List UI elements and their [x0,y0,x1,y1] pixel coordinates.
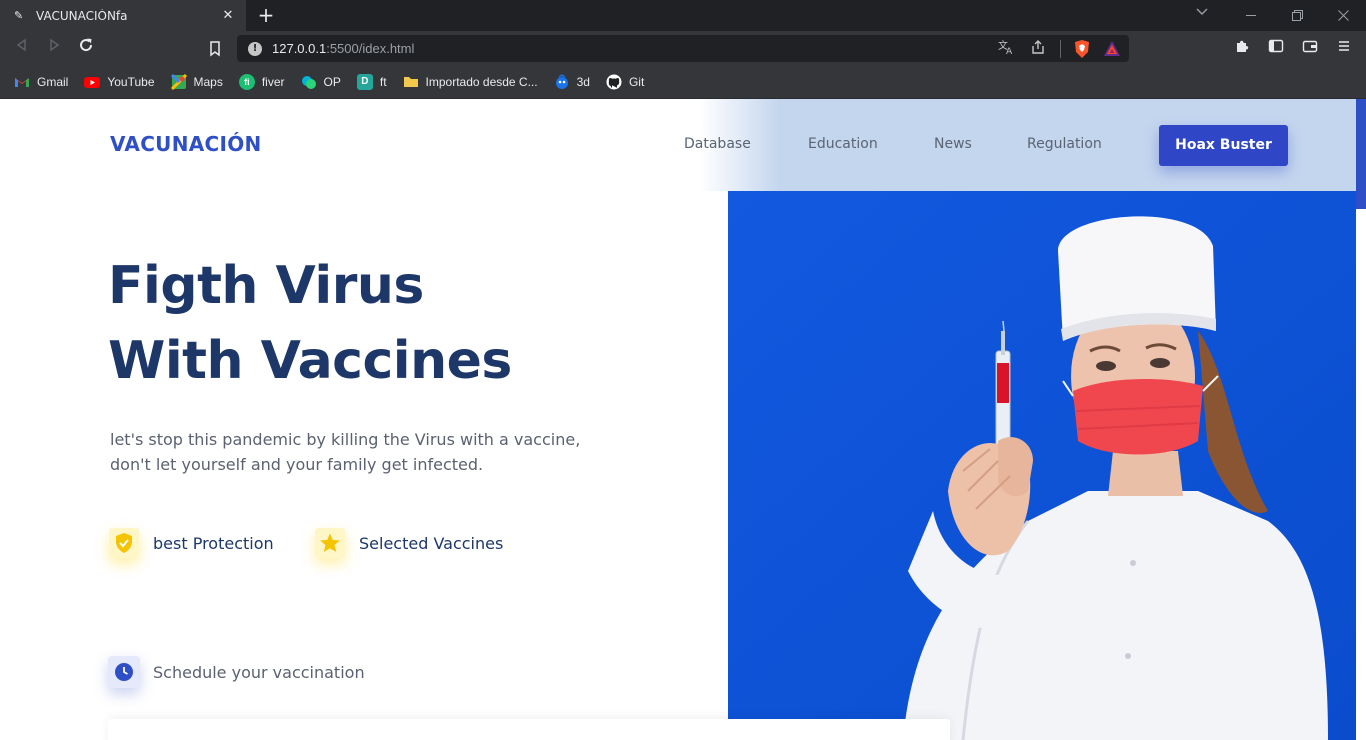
restore-icon[interactable] [1274,0,1320,31]
bookmark-ft[interactable]: D ft [356,70,387,94]
op-icon [301,74,317,90]
translate-icon[interactable]: 文A [996,39,1016,59]
bookmark-icon[interactable] [204,37,226,59]
sidebar-icon[interactable] [1266,38,1286,58]
bookmark-youtube[interactable]: YouTube [84,70,155,94]
reload-icon[interactable] [75,37,97,59]
back-icon[interactable] [11,37,33,59]
clock-icon [108,656,140,688]
close-window-icon[interactable] [1320,0,1366,31]
headline-line-2: With Vaccines [108,331,512,391]
headline-line-1: Figth Virus [108,256,424,316]
ft-icon: D [356,74,373,90]
bookmarks-bar: Gmail YouTube Maps fi fiver OP D ft Impo… [0,66,1366,99]
tab-strip: ✎ VACUNACIÓNfa ✕ + [0,0,1366,31]
menu-icon[interactable] [1334,38,1354,58]
toolbar-actions [1232,38,1354,58]
new-tab-button[interactable]: + [256,4,276,26]
tab-search-chevron-icon[interactable] [1196,6,1208,19]
omnibox-actions: 文A [996,39,1121,59]
window-controls [1228,0,1366,31]
extensions-icon[interactable] [1232,38,1252,58]
svg-text:A: A [1006,47,1013,55]
brand-logo[interactable]: VACUNACIÓN [110,132,262,156]
hero-headline: Figth Virus With Vaccines [108,249,512,399]
hero-subtext: let's stop this pandemic by killing the … [110,430,581,474]
close-tab-icon[interactable]: ✕ [220,8,236,23]
nav-education[interactable]: Education [808,136,878,152]
scrollbar-track[interactable] [1356,209,1366,740]
nav-news[interactable]: News [934,136,972,152]
bookmark-fiver[interactable]: fi fiver [238,70,285,94]
page-viewport: VACUNACIÓN Database Education News Regul… [0,99,1366,740]
share-icon[interactable] [1028,39,1048,59]
hoax-buster-button[interactable]: Hoax Buster [1159,125,1288,166]
address-bar[interactable]: ! 127.0.0.1:5500/idex.html 文A [237,35,1129,62]
bookmark-maps[interactable]: Maps [170,70,223,94]
3d-icon [554,74,570,90]
tab-title: VACUNACIÓNfa [36,8,128,23]
github-icon [606,74,622,90]
hero-image [728,191,1356,740]
brave-shield-icon[interactable] [1073,39,1091,59]
brave-rewards-icon[interactable] [1103,40,1121,58]
feature-protection-label: best Protection [153,533,274,553]
bookmark-op[interactable]: OP [301,70,341,94]
gmail-icon [14,74,30,90]
schedule-section: Schedule your vaccination [108,656,365,688]
bookmark-git[interactable]: Git [606,70,644,94]
forward-icon[interactable] [43,37,65,59]
schedule-title: Schedule your vaccination [153,662,365,682]
bookmark-imported-folder[interactable]: Importado desde C... [403,70,538,94]
bookmark-3d[interactable]: 3d [554,70,590,94]
scrollbar-thumb[interactable] [1356,99,1366,209]
browser-tab[interactable]: ✎ VACUNACIÓNfa ✕ [0,0,246,31]
pencil-icon: ✎ [14,8,24,22]
divider [1060,40,1061,58]
feature-vaccines-label: Selected Vaccines [359,533,504,553]
maps-icon [170,73,187,91]
fiverr-icon: fi [238,74,255,90]
nav-database[interactable]: Database [684,136,751,152]
star-icon [315,528,345,558]
shield-check-icon [109,528,139,558]
site-info-icon[interactable]: ! [248,41,262,56]
bookmark-gmail[interactable]: Gmail [14,70,68,94]
youtube-icon [84,74,101,90]
minimize-icon[interactable] [1228,0,1274,31]
feature-protection: best Protection [109,528,274,558]
feature-vaccines: Selected Vaccines [315,528,503,558]
url-text[interactable]: 127.0.0.1:5500/idex.html [272,41,414,56]
browser-toolbar: ! 127.0.0.1:5500/idex.html 文A [0,31,1366,66]
wallet-icon[interactable] [1300,38,1320,58]
folder-icon [403,74,419,90]
schedule-form-card [108,719,950,740]
nav-regulation[interactable]: Regulation [1027,136,1102,152]
